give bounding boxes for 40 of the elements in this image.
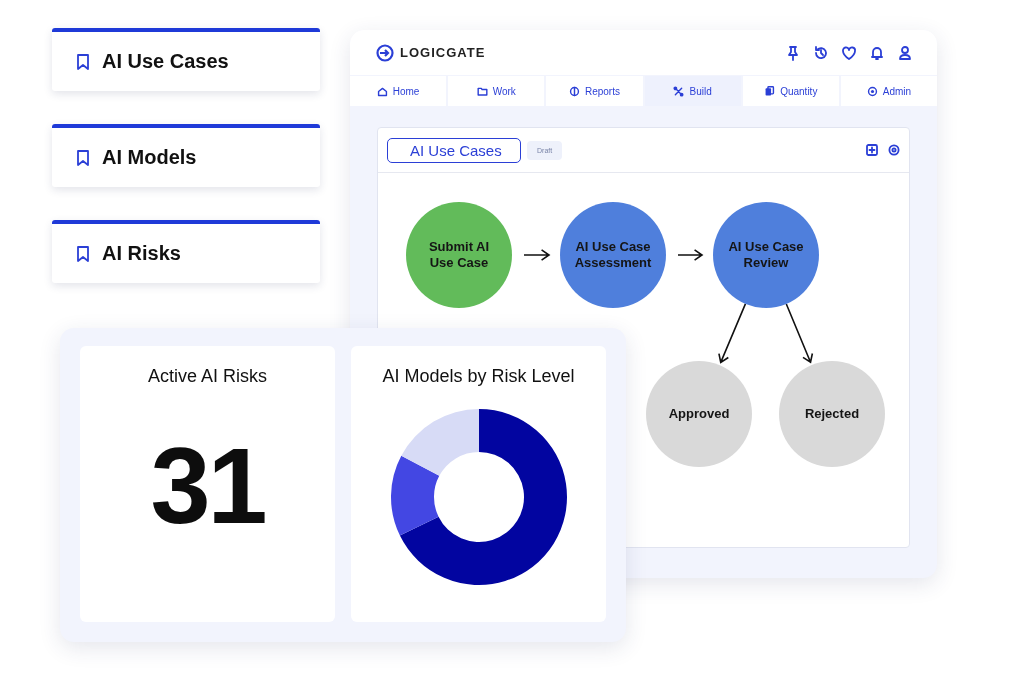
nav-tab[interactable]: Reports [546,76,643,106]
nav-tab[interactable]: Quantity [742,76,839,106]
flow-arrow [523,249,551,261]
workflow-node[interactable]: Approved [646,361,752,467]
nav-tab[interactable]: Work [448,76,545,106]
flow-arrow [718,303,747,364]
bookmark-icon [76,52,90,71]
nav-tab[interactable]: Build [644,76,741,106]
workflow-node[interactable]: Submit AI Use Case [406,202,512,308]
folder-icon [476,85,488,97]
card-label: AI Use Cases [102,50,229,73]
card-title: Active AI Risks [148,366,267,387]
logo-icon [376,43,394,62]
history-icon[interactable] [813,44,829,61]
heart-icon[interactable] [841,44,857,61]
bookmark-card[interactable]: AI Risks [52,220,320,283]
bookmark-icon [76,148,90,167]
card-label: AI Risks [102,242,181,265]
nav-tab[interactable]: Home [350,76,447,106]
workflow-node[interactable]: AI Use Case Review [713,202,819,308]
flow-arrow [677,249,704,261]
workflow-title[interactable]: AI Use Cases [387,137,521,163]
bookmark-card[interactable]: AI Use Cases [52,28,320,91]
bell-icon[interactable] [869,44,885,61]
pin-icon[interactable] [785,44,801,61]
copy-icon [764,85,776,97]
brand-logo: LOGICGATE [400,45,486,60]
home-icon [376,85,388,97]
metric-value: 31 [150,424,265,548]
pie-icon [568,85,580,97]
add-icon[interactable] [866,144,878,156]
bookmark-icon [76,244,90,263]
user-icon[interactable] [897,44,913,61]
card-label: AI Models [102,146,197,169]
bookmark-card[interactable]: AI Models [52,124,320,187]
workflow-node[interactable]: Rejected [779,361,885,467]
workflow-node[interactable]: AI Use Case Assessment [560,202,666,308]
card-title: AI Models by Risk Level [382,366,575,387]
nav-tab[interactable]: Admin [840,76,937,106]
flow-arrow [785,303,814,364]
